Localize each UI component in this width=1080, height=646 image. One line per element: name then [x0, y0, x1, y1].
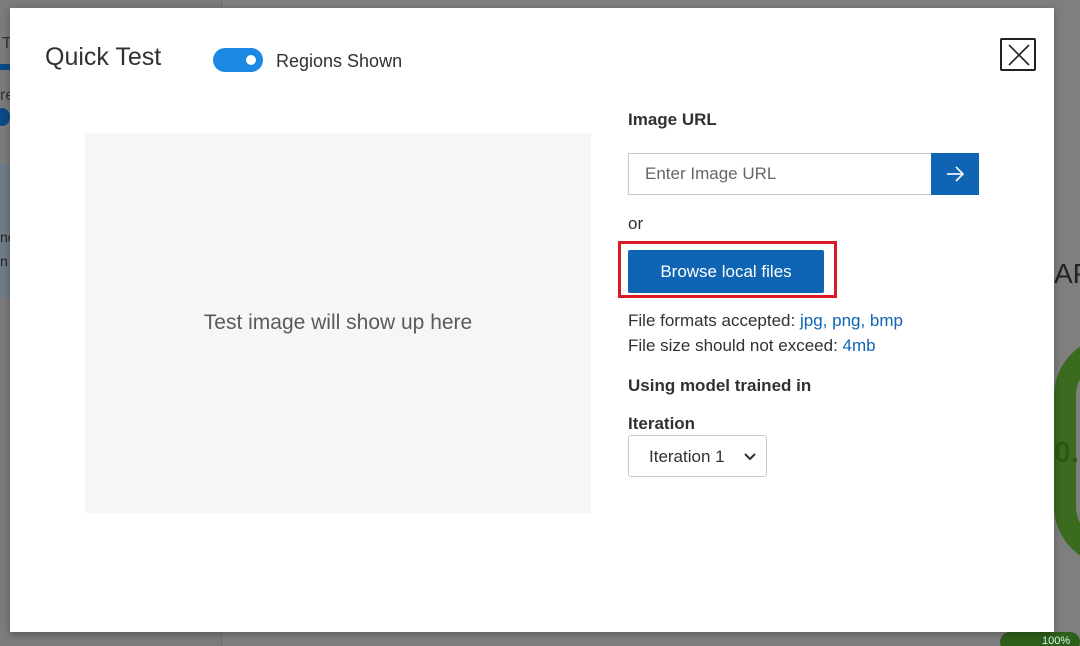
background-metric-value: 0. — [1054, 436, 1080, 469]
preview-placeholder: Test image will show up here — [203, 311, 473, 334]
background-toggle-dot — [0, 108, 10, 126]
file-size-value: 4mb — [842, 336, 876, 355]
background-metric-label: AP — [1054, 258, 1080, 289]
toggle-knob — [246, 55, 256, 65]
arrow-right-icon — [947, 166, 965, 182]
chevron-down-icon — [744, 453, 756, 461]
image-url-label: Image URL — [628, 110, 717, 129]
background-text: n — [0, 253, 8, 269]
background-progress-text: 100% — [1042, 635, 1071, 646]
image-url-group — [628, 153, 979, 195]
or-text: or — [628, 214, 644, 233]
regions-shown-label: Regions Shown — [276, 51, 403, 71]
image-url-input[interactable] — [628, 153, 932, 195]
file-formats-value: jpg, png, bmp — [799, 311, 903, 330]
regions-shown-toggle[interactable] — [213, 48, 263, 72]
submit-url-button[interactable] — [931, 153, 979, 195]
file-formats-info: File formats accepted: jpg, png, bmp — [628, 311, 903, 331]
iteration-select[interactable]: Iteration 1 — [628, 435, 767, 477]
background-progress: 100% — [1000, 632, 1080, 646]
close-icon — [1008, 44, 1030, 66]
iteration-selected-value: Iteration 1 — [649, 447, 725, 466]
quick-test-dialog: Quick Test Regions Shown Test image will… — [10, 8, 1054, 632]
file-size-info: File size should not exceed: 4mb — [628, 336, 876, 356]
image-preview-area: Test image will show up here — [85, 133, 591, 513]
iteration-label: Iteration — [628, 414, 696, 433]
file-formats-label: File formats accepted: — [628, 311, 796, 330]
dialog-title: Quick Test — [45, 43, 162, 71]
browse-local-files-button[interactable]: Browse local files — [628, 250, 824, 293]
model-label: Using model trained in — [628, 376, 812, 395]
file-size-label: File size should not exceed: — [628, 336, 838, 355]
close-button[interactable] — [1000, 38, 1036, 71]
